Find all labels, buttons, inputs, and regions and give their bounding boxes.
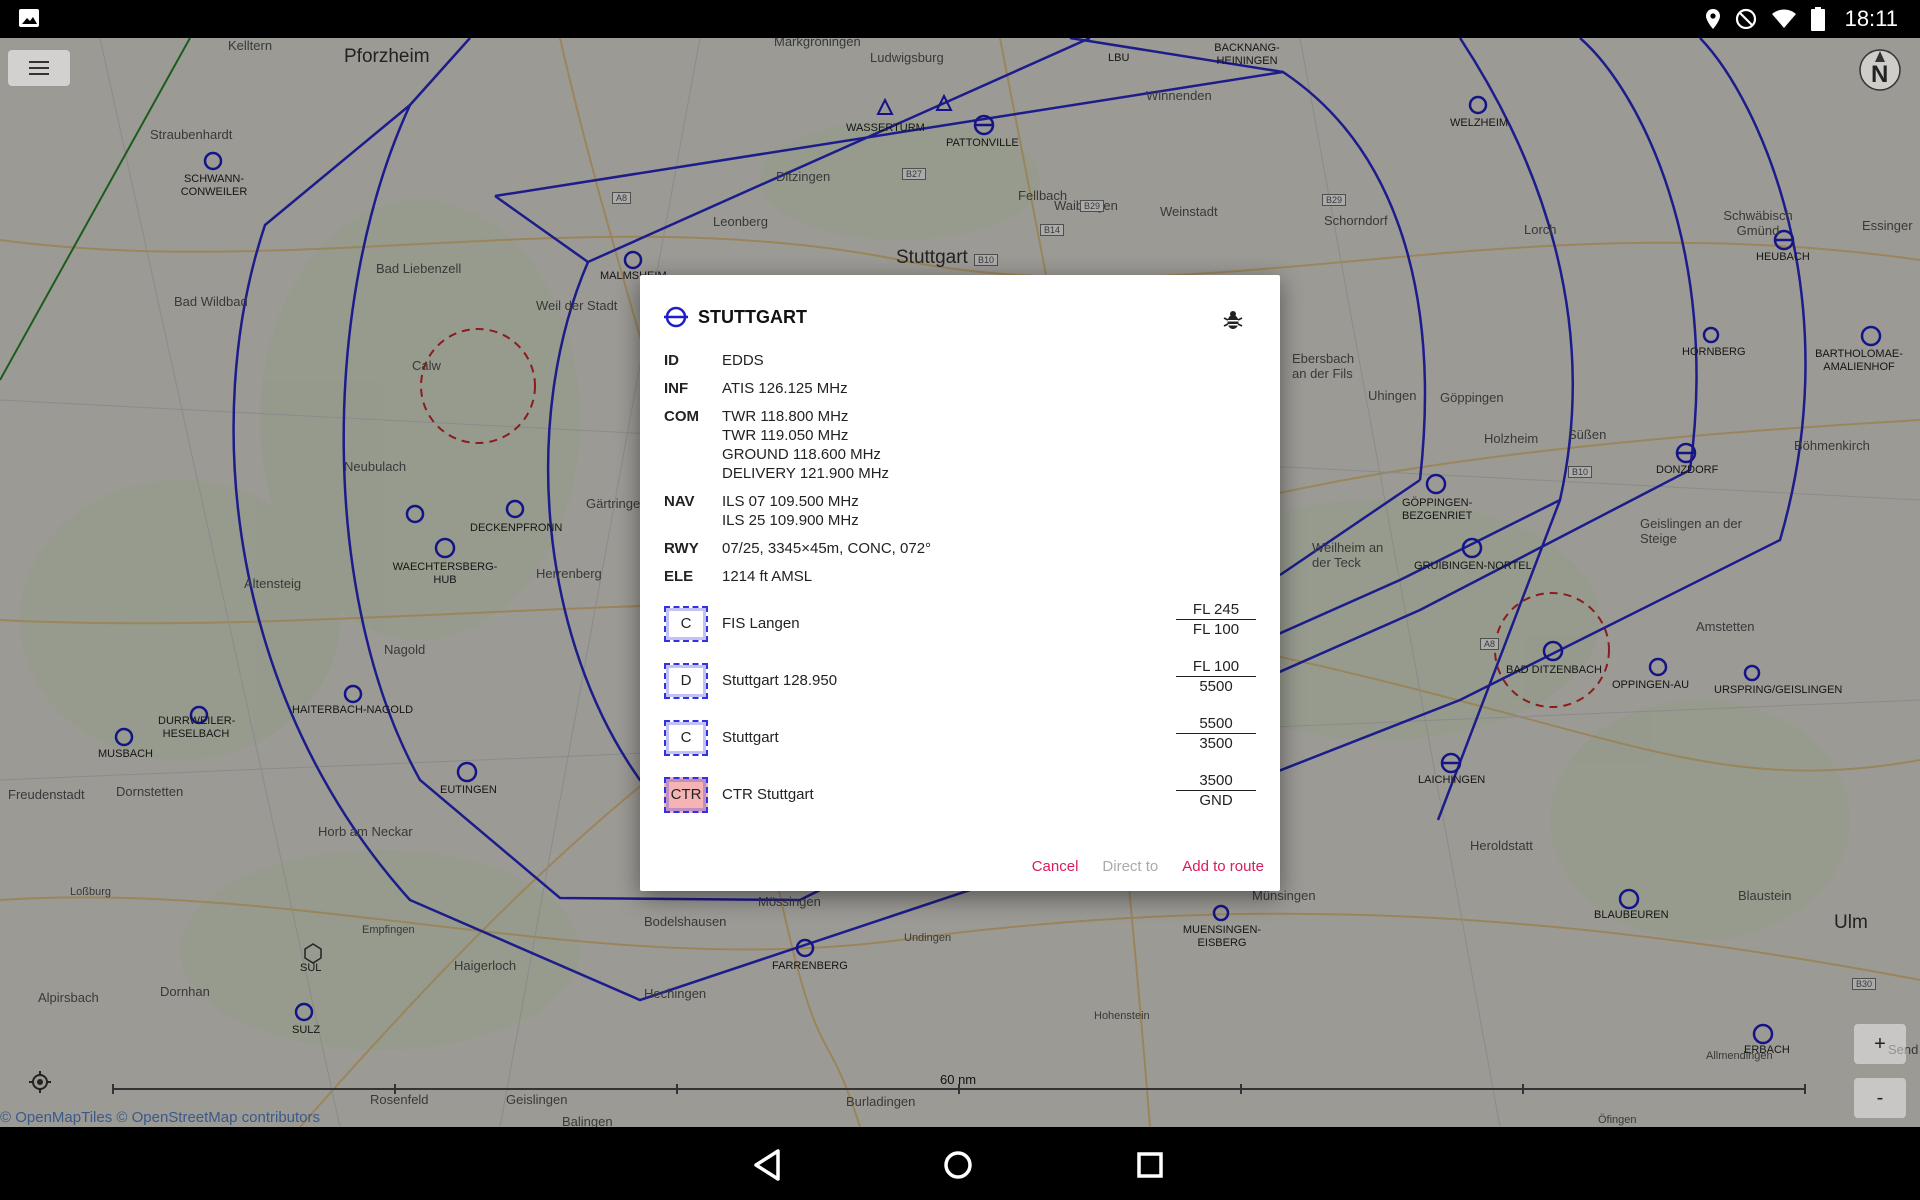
compass-letter: N [1871, 61, 1889, 88]
airspace-row: C Stuttgart 5500 3500 [664, 709, 1256, 766]
status-bar: 18:11 [0, 0, 1920, 38]
lower-limit: FL 100 [1192, 621, 1240, 638]
com-frequency: DELIVERY 121.900 MHz [722, 465, 890, 482]
airspace-limits: FL 100 5500 [1176, 658, 1256, 695]
info-rows: ID EDDS INF ATIS 126.125 MHz COM TWR 118… [664, 351, 1256, 823]
direct-to-button[interactable]: Direct to [1102, 858, 1158, 875]
lower-limit: 3500 [1199, 735, 1233, 752]
dialog-title: STUTTGART [698, 306, 807, 327]
airport-icon [664, 306, 688, 328]
airspace-name: CTR Stuttgart [722, 786, 814, 803]
airport-info-dialog: STUTTGART ID EDDS INF ATIS 126.125 MHz C… [640, 275, 1280, 891]
menu-button[interactable] [8, 50, 70, 86]
zoom-in-button[interactable]: + [1854, 1024, 1906, 1064]
airspace-name: Stuttgart 128.950 [722, 672, 838, 689]
com-frequency: TWR 118.800 MHz [722, 408, 849, 425]
wifi-icon [1771, 9, 1796, 28]
scale-label: 60 nm [940, 1072, 977, 1087]
map-attribution[interactable]: © OpenMapTiles © OpenStreetMap contribut… [0, 1109, 320, 1126]
status-icons: 18:11 [1705, 6, 1898, 32]
clock: 18:11 [1844, 6, 1898, 31]
airspace-name: FIS Langen [722, 615, 800, 632]
row-value: 07/25, 3345×45m, CONC, 072° [722, 540, 932, 557]
location-icon [1705, 9, 1720, 29]
scale-tick [1240, 1084, 1242, 1094]
upper-limit: FL 245 [1176, 601, 1256, 620]
row-key: NAV [664, 493, 695, 510]
row-value: TWR 118.800 MHz TWR 119.050 MHz GROUND 1… [722, 407, 1256, 483]
scale-tick [676, 1084, 678, 1094]
info-row-com: COM TWR 118.800 MHz TWR 119.050 MHz GROU… [664, 407, 1256, 483]
info-row-rwy: RWY 07/25, 3345×45m, CONC, 072° [664, 539, 1256, 558]
cancel-button[interactable]: Cancel [1032, 858, 1079, 875]
row-value: EDDS [722, 352, 764, 369]
info-row-ele: ELE 1214 ft AMSL [664, 567, 1256, 586]
dialog-header: STUTTGART [664, 305, 807, 329]
lower-limit: 5500 [1199, 678, 1233, 695]
bug-icon[interactable] [1222, 309, 1244, 331]
back-icon[interactable] [748, 1145, 788, 1185]
scale-tick [112, 1084, 114, 1094]
add-to-route-button[interactable]: Add to route [1182, 858, 1264, 875]
info-row-id: ID EDDS [664, 351, 1256, 370]
scale-bar: 60 nm [112, 1072, 1806, 1100]
airspace-class-badge: CTR [664, 776, 708, 813]
row-key: INF [664, 380, 689, 397]
zoom-out-button[interactable]: - [1854, 1078, 1906, 1118]
nav-frequency: ILS 25 109.900 MHz [722, 512, 859, 529]
home-icon[interactable] [938, 1145, 978, 1185]
image-icon [19, 9, 39, 27]
dialog-actions: Cancel Direct to Add to route [1032, 858, 1264, 875]
menu-icon [29, 61, 49, 75]
upper-limit: 3500 [1176, 772, 1256, 791]
airspace-class-badge: D [664, 662, 708, 699]
info-row-nav: NAV ILS 07 109.500 MHz ILS 25 109.900 MH… [664, 492, 1256, 530]
do-not-disturb-icon [1735, 8, 1756, 30]
nav-frequency: ILS 07 109.500 MHz [722, 493, 859, 510]
row-key: ID [664, 352, 679, 369]
recents-icon[interactable] [1130, 1145, 1170, 1185]
scale-tick [394, 1084, 396, 1094]
airspace-class-badge: C [664, 719, 708, 756]
row-value: ATIS 126.125 MHz [722, 380, 848, 397]
battery-icon [1810, 7, 1825, 31]
airspace-row: C FIS Langen FL 245 FL 100 [664, 595, 1256, 652]
info-row-inf: INF ATIS 126.125 MHz [664, 379, 1256, 398]
airspace-limits: FL 245 FL 100 [1176, 601, 1256, 638]
airspace-row: D Stuttgart 128.950 FL 100 5500 [664, 652, 1256, 709]
row-key: RWY [664, 540, 699, 557]
airspace-class-badge: C [664, 605, 708, 642]
row-key: COM [664, 408, 699, 425]
com-frequency: GROUND 118.600 MHz [722, 446, 881, 463]
navigation-bar [0, 1127, 1920, 1200]
airspace-row: CTR CTR Stuttgart 3500 GND [664, 766, 1256, 823]
upper-limit: 5500 [1176, 715, 1256, 734]
my-location-button[interactable] [14, 1062, 66, 1102]
lower-limit: GND [1199, 792, 1233, 809]
scale-tick [1804, 1084, 1806, 1094]
airspace-limits: 3500 GND [1176, 772, 1256, 809]
scale-tick [1522, 1084, 1524, 1094]
row-value: ILS 07 109.500 MHz ILS 25 109.900 MHz [722, 492, 1256, 530]
row-key: ELE [664, 568, 694, 585]
airspace-name: Stuttgart [722, 729, 779, 746]
upper-limit: FL 100 [1176, 658, 1256, 677]
airspace-limits: 5500 3500 [1176, 715, 1256, 752]
row-value: 1214 ft AMSL [722, 568, 813, 585]
com-frequency: TWR 119.050 MHz [722, 427, 849, 444]
compass-button[interactable]: N [1858, 48, 1902, 92]
crosshair-icon [29, 1071, 51, 1093]
